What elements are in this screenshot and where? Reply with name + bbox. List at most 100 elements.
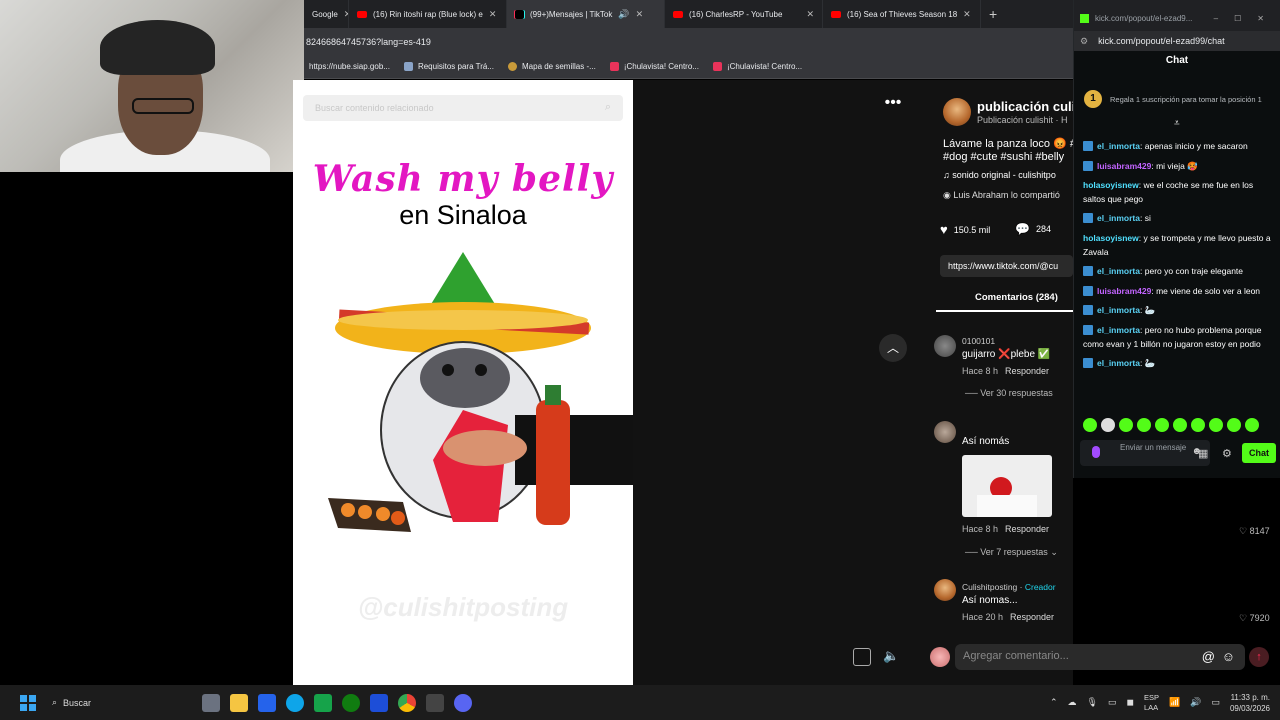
close-icon[interactable]: ✕ [806,9,814,20]
tab-youtube-charles[interactable]: (16) CharlesRP - YouTube ✕ [665,0,823,28]
bookmark-item[interactable]: ¡Chulavista! Centro... [712,62,802,71]
avatar[interactable] [943,98,971,126]
chat-username[interactable]: el_inmorta [1097,325,1140,335]
chevron-up-icon[interactable]: ︿ [879,334,907,362]
tab-youtube-rin[interactable]: (16) Rin itoshi rap (Blue lock) e ✕ [349,0,507,28]
miniplayer-icon[interactable] [853,648,871,666]
send-comment-icon[interactable]: ↑ [1249,647,1269,667]
avatar[interactable] [934,579,956,601]
comment-image[interactable] [962,455,1052,517]
chat-username[interactable]: holasoyisnew [1083,180,1139,190]
post-author[interactable]: publicación culis [977,99,1073,114]
chat-message-input[interactable]: Enviar un mensaje ☻ [1080,440,1210,466]
emote-icon[interactable] [1173,418,1187,432]
emote-icon[interactable] [1119,418,1133,432]
chat-username[interactable]: el_inmorta [1097,358,1140,368]
discord-icon[interactable] [454,693,472,712]
search-icon[interactable]: ⌕ [605,101,611,114]
reply-button[interactable]: Responder [1005,366,1049,376]
emote-icon[interactable] [1209,418,1223,432]
pinned-toggle-icon[interactable]: ⩡ [1174,118,1180,129]
reply-button[interactable]: Responder [1010,612,1054,622]
post-sound[interactable]: ♫ sonido original - culishitpo [943,170,1073,180]
chat-username[interactable]: luisabram429 [1097,286,1151,296]
emote-icon[interactable] [1227,418,1241,432]
new-tab-icon[interactable]: + [981,6,997,22]
xbox-app-icon[interactable] [314,693,332,712]
taskbar-search[interactable]: ⌕ Buscar [52,691,192,715]
emote-icon[interactable] [1191,418,1205,432]
microphone-icon[interactable] [1092,446,1100,458]
chat-username[interactable]: holasoyisnew [1083,233,1139,243]
gift-icon[interactable]: ▦ [1198,447,1208,460]
comment-button[interactable]: 💬 284 [1015,222,1051,236]
avatar[interactable] [934,421,956,443]
close-icon[interactable]: ✕ [636,9,644,20]
chat-username[interactable]: el_inmorta [1097,305,1140,315]
app-icon[interactable] [370,693,388,712]
app-icon[interactable] [426,693,444,712]
chevron-up-icon[interactable]: ⌃ [1050,697,1058,708]
emote-icon[interactable] [1083,418,1097,432]
comment-like-count[interactable]: ♡ 7920 [1239,613,1270,624]
comment-user[interactable]: 0100101 [962,336,995,346]
avatar[interactable] [934,335,956,357]
task-view-icon[interactable] [202,693,220,712]
emote-icon[interactable] [1137,418,1151,432]
bookmark-item[interactable]: Requisitos para Trá... [403,62,494,71]
store-icon[interactable] [258,693,276,712]
window-controls-icon[interactable]: –☐✕ [1214,14,1280,23]
emote-icon[interactable] [1245,418,1259,432]
app-tray-icon[interactable]: ◼ [1127,697,1134,708]
site-settings-icon[interactable]: ⚙ [1080,36,1088,47]
close-icon[interactable]: ✕ [963,9,971,20]
volume-icon[interactable]: 🔊 [1190,697,1201,708]
speaker-icon[interactable]: 🔊 [618,9,629,20]
emoji-icon[interactable]: ☺ [1222,649,1235,664]
address-bar[interactable]: 82466864745736?lang=es-419 [304,28,1073,55]
wifi-icon[interactable]: 📶 [1169,697,1180,708]
sub-leaderboard[interactable]: 1 Regala 1 suscripción para tomar la pos… [1084,84,1274,114]
chrome-icon[interactable] [398,693,416,712]
chat-username[interactable]: luisabram429 [1097,161,1151,171]
tab-comments[interactable]: Comentarios (284) [975,292,1058,303]
chat-username[interactable]: el_inmorta [1097,213,1140,223]
bookmark-item[interactable]: https://nube.siap.gob... [309,62,390,71]
speaker-icon[interactable]: 🔈 [883,648,899,664]
windows-start-icon[interactable] [20,694,36,711]
bookmark-item[interactable]: ¡Chulavista! Centro... [609,62,699,71]
like-button[interactable]: ♥ 150.5 mil [940,222,990,237]
edge-icon[interactable] [286,693,304,712]
search-related-input[interactable]: Buscar contenido relacionado ⌕ [303,95,623,121]
kick-url-bar[interactable]: ⚙ kick.com/popout/el-ezad99/chat [1074,31,1280,51]
emote-icon[interactable] [1101,418,1115,432]
chat-username[interactable]: el_inmorta [1097,266,1140,276]
post-caption-line2[interactable]: #dog #cute #sushi #belly [943,151,1073,163]
tab-tiktok[interactable]: (99+)Mensajes | TikTok 🔊 ✕ [507,0,665,28]
tab-youtube-sea[interactable]: (16) Sea of Thieves Season 18 ✕ [823,0,981,28]
more-options-icon[interactable]: ••• [878,94,908,118]
clock[interactable]: 11:33 p. m. 09/03/2026 [1230,692,1270,714]
emote-icon[interactable] [1155,418,1169,432]
comment-input[interactable]: Agregar comentario... @ ☺ [955,644,1245,670]
send-chat-button[interactable]: Chat [1242,443,1276,463]
bookmark-item[interactable]: Mapa de semillas -... [508,62,596,71]
battery-icon[interactable]: ▭ [1211,697,1220,708]
chat-username[interactable]: el_inmorta [1097,141,1140,151]
view-replies-button[interactable]: ── Ver 7 respuestas ⌄ [965,547,1058,558]
comment-user[interactable]: Culishitposting [962,582,1017,592]
tab-google[interactable]: Google ✕ [304,0,349,28]
cloud-icon[interactable]: ☁ [1068,697,1077,708]
comment-like-count[interactable]: ♡ 8147 [1239,526,1270,537]
view-replies-button[interactable]: ── Ver 30 respuestas [965,388,1053,398]
file-explorer-icon[interactable] [230,693,248,712]
mention-icon[interactable]: @ [1202,649,1215,664]
post-link[interactable]: https://www.tiktok.com/@cu [940,255,1073,277]
gear-icon[interactable]: ⚙ [1222,447,1232,460]
display-icon[interactable]: ▭ [1108,697,1117,708]
xbox-icon[interactable] [342,693,360,712]
reply-button[interactable]: Responder [1005,524,1049,534]
close-icon[interactable]: ✕ [489,9,497,20]
language-indicator[interactable]: ESP LAA [1144,693,1159,713]
microphone-icon[interactable]: 🎙 [1087,697,1098,708]
